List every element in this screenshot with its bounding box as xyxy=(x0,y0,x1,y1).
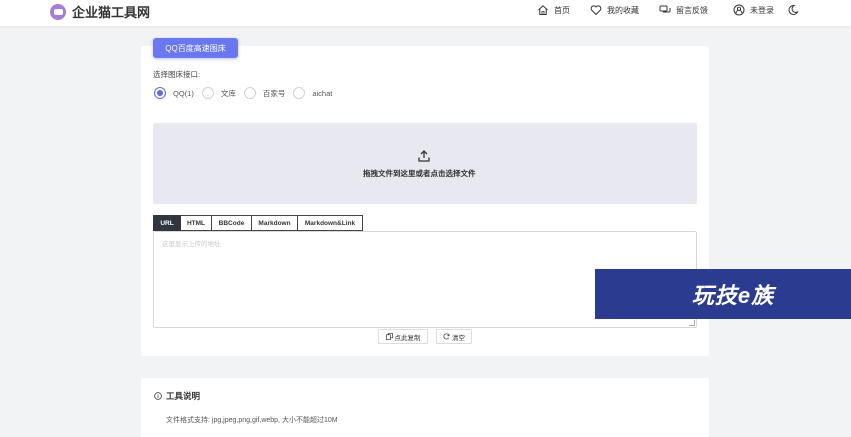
dropzone-text: 拖拽文件到这里或者点击选择文件 xyxy=(363,169,476,178)
brand[interactable]: 企业猫工具网 xyxy=(50,2,150,21)
info-text: 文件格式支持: jpg,jpeg,png,gif,webp, 大小不能超过10M xyxy=(166,417,338,424)
watermark-text: 玩技e族 xyxy=(691,283,775,308)
heart-icon xyxy=(590,5,602,16)
resize-handle[interactable] xyxy=(689,320,695,326)
radio-wenku[interactable]: 文库 xyxy=(201,87,236,99)
nav-login-label: 未登录 xyxy=(750,5,774,15)
radio-label: 文库 xyxy=(220,88,236,98)
nav-favorites[interactable]: 我的收藏 xyxy=(590,4,639,16)
radio-label: 百家号 xyxy=(262,88,286,98)
tab-url[interactable]: URL xyxy=(153,215,181,231)
upload-icon xyxy=(418,150,430,162)
output-format-tabs: URL HTML BBCode Markdown Markdown&Link xyxy=(153,215,363,231)
brand-name: 企业猫工具网 xyxy=(72,5,151,20)
nav-favorites-label: 我的收藏 xyxy=(607,5,639,15)
tool-title: QQ百度高速图床 xyxy=(153,38,238,58)
nav-feedback-label: 留言反馈 xyxy=(676,5,708,15)
info-icon xyxy=(154,392,162,400)
watermark-banner: 玩技e族 xyxy=(595,269,851,319)
moon-icon xyxy=(788,4,799,15)
tab-markdown-link[interactable]: Markdown&Link xyxy=(298,215,363,231)
radio-aichat[interactable]: aichat xyxy=(293,87,332,99)
info-title-label: 工具说明 xyxy=(166,391,201,401)
nav-feedback[interactable]: 留言反馈 xyxy=(659,4,708,16)
theme-toggle[interactable] xyxy=(787,4,799,16)
radio-dot[interactable] xyxy=(201,87,214,99)
info-card xyxy=(141,378,709,437)
copy-icon xyxy=(385,333,393,340)
radio-dot[interactable] xyxy=(243,87,256,99)
home-icon xyxy=(538,5,548,15)
clear-label: 清空 xyxy=(452,334,465,342)
chat-icon xyxy=(659,5,671,13)
radio-dot[interactable] xyxy=(154,87,166,99)
radio-qq[interactable]: QQ(1) xyxy=(154,87,194,99)
user-icon xyxy=(733,4,745,16)
tab-html[interactable]: HTML xyxy=(181,215,212,231)
info-title: 工具说明 xyxy=(154,390,200,402)
tab-bbcode[interactable]: BBCode xyxy=(212,215,252,231)
radio-baijiahao[interactable]: 百家号 xyxy=(243,87,286,99)
interface-radio-group: QQ(1) 文库 百家号 aichat xyxy=(154,87,340,99)
file-dropzone[interactable] xyxy=(153,123,697,204)
tab-markdown[interactable]: Markdown xyxy=(252,215,298,231)
nav-login[interactable]: 未登录 xyxy=(733,4,774,16)
copy-label: 点此复制 xyxy=(394,334,421,342)
refresh-icon xyxy=(443,333,450,340)
radio-label: aichat xyxy=(312,88,333,98)
copy-button[interactable]: 点此复制 xyxy=(378,329,428,344)
radio-label: QQ(1) xyxy=(173,88,194,98)
radio-dot[interactable] xyxy=(293,87,306,99)
clear-button[interactable]: 清空 xyxy=(436,329,472,344)
cat-logo-icon xyxy=(50,3,66,20)
output-placeholder: 这里显示上传的地址 xyxy=(162,241,221,248)
nav-home-label: 首页 xyxy=(554,5,570,15)
nav-home[interactable]: 首页 xyxy=(537,4,570,16)
interface-label: 选择图床接口: xyxy=(153,70,201,79)
